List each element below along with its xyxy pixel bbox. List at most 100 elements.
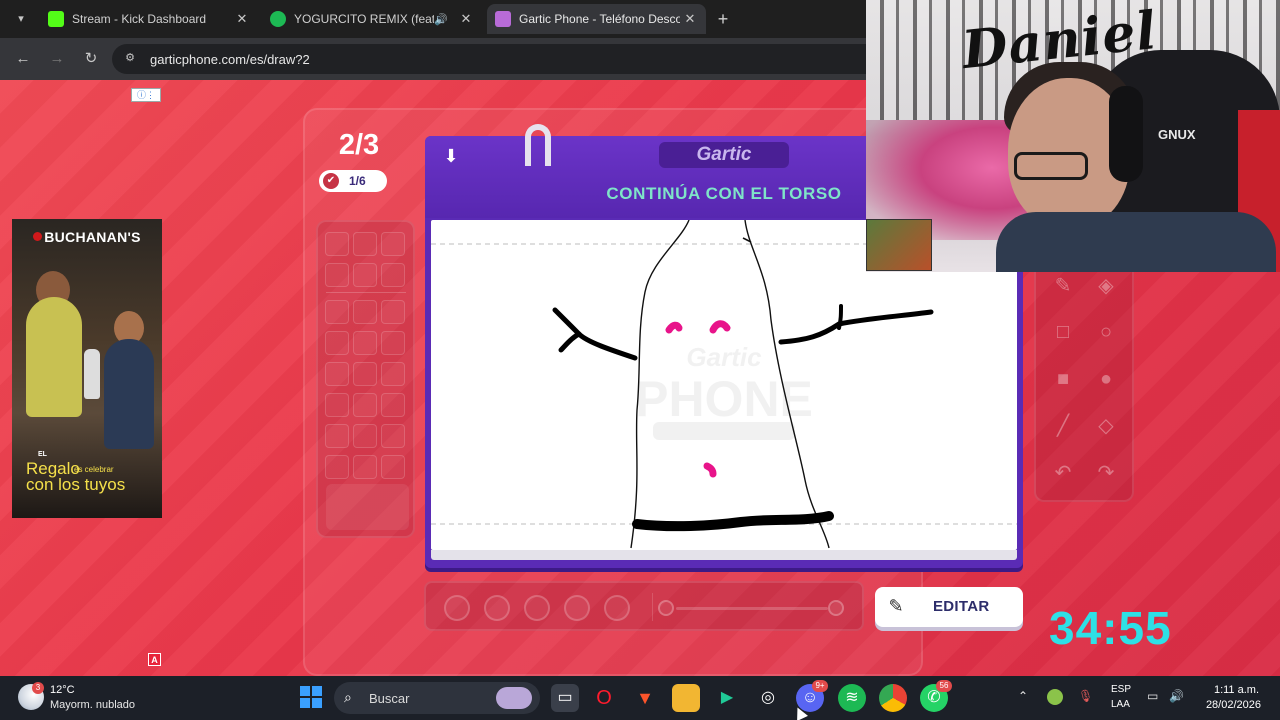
weather-temperature: 12°C <box>50 684 75 696</box>
ad-tagline-line2: con los tuyos <box>26 475 126 494</box>
color-swatch[interactable] <box>325 331 349 355</box>
tab-title: YOGURCITO REMIX (feat. Kr <box>294 12 434 26</box>
color-swatch[interactable] <box>325 362 349 386</box>
opacity-min-handle[interactable] <box>658 600 674 616</box>
chevron-up-icon[interactable]: ⌃ <box>1018 689 1028 703</box>
gartic-logo: Gartic <box>659 142 789 168</box>
fill-bucket-icon[interactable]: ◇ <box>1088 408 1124 444</box>
color-swatch[interactable] <box>353 455 377 479</box>
rectangle-outline-icon[interactable]: □ <box>1045 314 1081 350</box>
color-swatch[interactable] <box>381 424 405 448</box>
close-icon[interactable]: ✕ <box>232 11 252 27</box>
gartic-phone-icon <box>495 11 511 27</box>
color-swatch[interactable] <box>381 300 405 324</box>
ellipse-fill-icon[interactable]: ● <box>1088 361 1124 397</box>
color-swatch[interactable] <box>381 393 405 417</box>
tab-spotify-song[interactable]: YOGURCITO REMIX (feat. Kr 🔊 ✕ <box>262 4 482 34</box>
color-swatch[interactable] <box>325 300 349 324</box>
color-swatch[interactable] <box>325 263 349 287</box>
undo-icon[interactable]: ↶ <box>1045 455 1081 491</box>
keyboard-layout[interactable]: LAA <box>1111 699 1130 710</box>
language-indicator[interactable]: ESP <box>1111 684 1131 695</box>
ad-person <box>26 297 82 417</box>
opacity-slider-handle[interactable] <box>828 600 844 616</box>
line-tool-icon[interactable]: ╱ <box>1045 408 1081 444</box>
taskbar-search[interactable]: ⌕ Buscar <box>334 682 540 714</box>
players-done-count: 1/6 <box>349 174 366 188</box>
clock-time[interactable]: 1:11 a.m. <box>1203 684 1259 696</box>
redo-icon[interactable]: ↷ <box>1088 455 1124 491</box>
task-view-icon[interactable]: ▭ <box>551 684 579 712</box>
card-paper-edge <box>431 550 1017 560</box>
close-icon[interactable]: ✕ <box>456 11 476 27</box>
tab-gartic-phone[interactable]: Gartic Phone - Teléfono Descon ✕ <box>487 4 706 34</box>
pink-mark <box>665 321 683 334</box>
tab-kick-dashboard[interactable]: Stream - Kick Dashboard ✕ <box>40 4 258 34</box>
address-bar[interactable]: ⚙ garticphone.com/es/draw?2 <box>112 44 892 74</box>
color-swatch[interactable] <box>353 362 377 386</box>
color-swatch[interactable] <box>325 424 349 448</box>
brush-size-option[interactable] <box>524 595 550 621</box>
color-swatch[interactable] <box>353 331 377 355</box>
color-swatch[interactable] <box>353 424 377 448</box>
arrow-right-icon[interactable]: → <box>45 48 69 70</box>
eraser-tool-icon[interactable]: ◈ <box>1088 268 1124 304</box>
microphone-icon[interactable]: 🎙 <box>1078 689 1093 703</box>
left-arm-stroke <box>552 307 638 361</box>
site-info-icon[interactable]: ⚙ <box>122 51 138 67</box>
file-explorer-icon[interactable] <box>672 684 700 712</box>
advertisement-banner[interactable]: BUCHANAN'S EL Regalo es celebrar con los… <box>12 219 162 518</box>
stream-timer: 34:55 <box>1049 602 1172 654</box>
color-swatch[interactable] <box>381 331 405 355</box>
brush-size-option[interactable] <box>444 595 470 621</box>
download-icon[interactable]: ⬇ <box>439 146 463 170</box>
rectangle-fill-icon[interactable]: ■ <box>1045 361 1081 397</box>
color-swatch[interactable] <box>353 232 377 256</box>
brush-size-option[interactable] <box>484 595 510 621</box>
hook-decoration <box>525 124 551 166</box>
pencil-tool-icon[interactable]: ✎ <box>1045 268 1081 304</box>
speaker-icon[interactable]: 🔊 <box>434 13 450 26</box>
color-swatch[interactable] <box>325 455 349 479</box>
obs-icon[interactable]: ◎ <box>754 684 782 712</box>
clock-date[interactable]: 28/02/2026 <box>1199 699 1261 711</box>
discord-badge: 9+ <box>812 680 828 692</box>
color-swatch[interactable] <box>381 263 405 287</box>
color-swatch[interactable] <box>325 393 349 417</box>
color-swatch[interactable] <box>381 455 405 479</box>
dev-app-icon[interactable]: ▶ <box>713 684 741 712</box>
ellipse-outline-icon[interactable]: ○ <box>1088 314 1124 350</box>
opera-icon[interactable]: O <box>590 684 618 712</box>
spotify-icon[interactable]: ≋ <box>838 684 866 712</box>
reload-icon[interactable]: ↻ <box>79 48 103 70</box>
tray-app-icon[interactable] <box>1047 689 1063 705</box>
new-tab-button[interactable]: + <box>712 9 734 31</box>
current-color-preview[interactable] <box>326 484 409 530</box>
color-swatch[interactable] <box>381 362 405 386</box>
windows-start-icon[interactable] <box>300 686 322 708</box>
close-icon[interactable]: ✕ <box>680 11 700 27</box>
check-icon: ✔ <box>323 173 339 189</box>
streamer-body <box>996 212 1276 272</box>
left-arm-stroke <box>558 331 582 353</box>
search-label: Buscar <box>369 691 410 706</box>
right-arm-stroke <box>837 304 843 330</box>
edit-button[interactable]: ✎ EDITAR <box>875 587 1023 627</box>
tab-search-button[interactable]: ▾ <box>10 8 32 30</box>
ad-choices-icon[interactable]: ⓘ⋮ <box>131 88 161 102</box>
opacity-slider-track[interactable] <box>676 607 828 610</box>
volume-icon[interactable]: 🔊 <box>1169 689 1184 703</box>
color-swatch[interactable] <box>353 300 377 324</box>
color-swatch[interactable] <box>353 263 377 287</box>
network-icon[interactable]: ▭ <box>1147 689 1158 703</box>
webcam-overlay: Daniel GNUX <box>866 0 1280 272</box>
color-swatch[interactable] <box>381 232 405 256</box>
chrome-icon[interactable] <box>879 684 907 712</box>
color-swatch[interactable] <box>353 393 377 417</box>
watermark-shape <box>653 422 795 440</box>
color-swatch[interactable] <box>325 232 349 256</box>
brave-icon[interactable]: ▼ <box>631 684 659 712</box>
brush-size-option[interactable] <box>604 595 630 621</box>
arrow-left-icon[interactable]: ← <box>11 48 35 70</box>
brush-size-option[interactable] <box>564 595 590 621</box>
